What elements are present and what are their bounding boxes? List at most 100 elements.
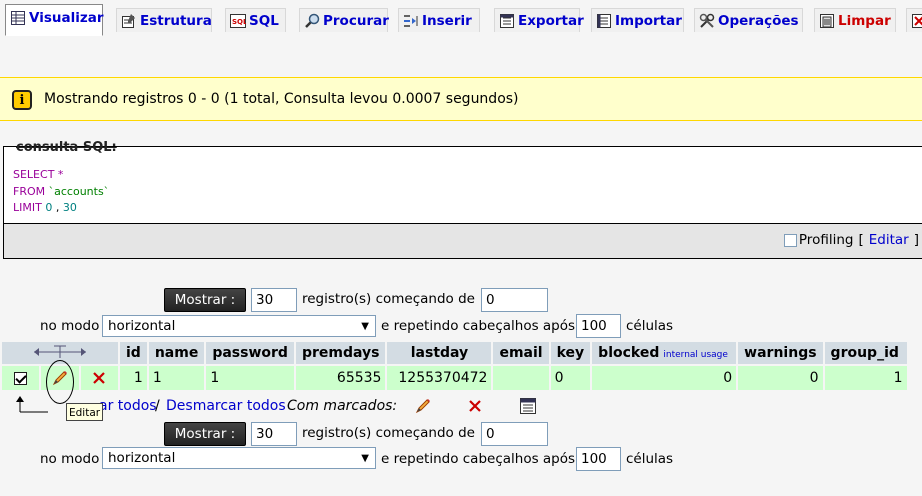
delete-icon[interactable] — [91, 370, 107, 386]
tab-importar[interactable]: Importar — [591, 8, 684, 32]
tab-label: Procurar — [323, 12, 389, 29]
column-header-group-id[interactable]: group_id — [824, 342, 907, 364]
table-view-icon — [10, 10, 26, 26]
rows-count-input-bottom[interactable]: 30 — [251, 422, 297, 446]
tab-more[interactable] — [906, 8, 922, 32]
navigation-bottom: Mostrar : 30 registro(s) começando de 0 … — [0, 422, 922, 478]
query-notice: i Mostrando registros 0 - 0 (1 total, Co… — [0, 77, 922, 121]
column-header-warnings[interactable]: warnings — [738, 342, 823, 364]
repeat-label-bottom: e repetindo cabeçalhos após — [381, 451, 576, 467]
mode-label-bottom: no modo — [40, 451, 100, 467]
internal-usage-link[interactable]: internal usage — [663, 350, 728, 360]
tab-bar: Visualizar Estrutura SQL SQL Procurar In… — [0, 0, 922, 40]
column-header-blocked-label: blocked — [598, 345, 660, 361]
search-icon — [304, 13, 320, 29]
repeat-headers-input-bottom[interactable]: 100 — [576, 447, 621, 471]
tab-label: Limpar — [838, 12, 891, 29]
info-icon: i — [12, 90, 32, 110]
row-checkbox[interactable] — [14, 371, 28, 385]
sql-code: SELECT * FROM `accounts` LIMIT 0 , 30 — [13, 167, 109, 217]
sql-options-bar: Profiling [ Editar ] — [4, 223, 922, 258]
table-row: 1 1 1 65535 1255370472 0 0 0 1 — [2, 366, 907, 390]
cell-password: 1 — [206, 366, 294, 390]
dropdown-arrow-icon: ▼ — [361, 453, 369, 464]
empty-table-icon — [819, 13, 835, 29]
column-header-id[interactable]: id — [120, 342, 147, 364]
unmark-all-link[interactable]: Desmarcar todos — [166, 398, 286, 414]
bulk-actions-bar: ar todos / Desmarcar todos Com marcados: — [0, 396, 922, 420]
repeat-headers-input[interactable]: 100 — [576, 314, 621, 338]
tab-label: Estrutura — [140, 12, 212, 29]
export-icon — [499, 13, 515, 29]
with-marked-label: Com marcados: — [287, 398, 398, 414]
svg-text:SQL: SQL — [232, 18, 246, 26]
sql-query-box: consulta SQL: SELECT * FROM `accounts` L… — [3, 140, 922, 259]
tab-label: Importar — [615, 12, 682, 29]
tab-limpar[interactable]: Limpar — [814, 8, 896, 32]
cell-name: 1 — [148, 366, 205, 390]
bulk-edit-pencil-icon[interactable] — [414, 397, 432, 415]
cell-premdays: 65535 — [295, 366, 386, 390]
sql-query-area — [4, 147, 922, 223]
rows-count-input[interactable]: 30 — [251, 288, 297, 312]
sql-keyword: LIMIT — [13, 201, 42, 214]
results-table: id name password premdays lastday email … — [0, 340, 909, 392]
start-row-input-bottom[interactable]: 0 — [481, 422, 548, 446]
profiling-label: Profiling — [798, 232, 854, 248]
tab-procurar[interactable]: Procurar — [299, 8, 389, 32]
rows-label: registro(s) começando de — [302, 291, 475, 307]
bulk-export-icon[interactable] — [519, 397, 537, 415]
sql-legend: consulta SQL: — [16, 140, 117, 155]
cells-label-bottom: células — [626, 451, 674, 467]
tab-operacoes[interactable]: Operações — [694, 8, 803, 32]
show-button[interactable]: Mostrar : — [164, 288, 246, 312]
drop-table-icon — [911, 13, 922, 29]
sql-number: 30 — [59, 201, 77, 214]
row-select-cell — [2, 366, 40, 390]
display-mode-select-bottom[interactable]: horizontal ▼ — [102, 447, 376, 469]
tab-estrutura[interactable]: Estrutura — [116, 8, 212, 32]
column-header-lastday[interactable]: lastday — [387, 342, 492, 364]
cell-warnings: 0 — [738, 366, 823, 390]
navigation-top: Mostrar : 30 registro(s) começando de 0 … — [0, 288, 922, 344]
column-header-key[interactable]: key — [550, 342, 591, 364]
cells-label: células — [626, 318, 674, 334]
tab-label: Operações — [718, 12, 799, 29]
edit-tooltip: Editar — [66, 403, 104, 421]
dropdown-arrow-icon: ▼ — [361, 321, 369, 332]
start-row-input[interactable]: 0 — [481, 288, 548, 312]
profiling-option: Profiling [ Editar ] — [783, 232, 919, 248]
tab-visualizar[interactable]: Visualizar — [5, 4, 103, 36]
tab-inserir[interactable]: Inserir — [398, 8, 480, 32]
sql-token: * — [54, 168, 64, 181]
sql-table-name: `accounts` — [45, 184, 110, 198]
display-mode-value: horizontal — [108, 450, 176, 466]
column-header-blocked[interactable]: blocked internal usage — [592, 342, 737, 364]
column-header-premdays[interactable]: premdays — [295, 342, 386, 364]
notice-text: Mostrando registros 0 - 0 (1 total, Cons… — [44, 91, 519, 107]
structure-icon — [121, 13, 137, 29]
rows-label-bottom: registro(s) começando de — [302, 425, 475, 441]
column-header-name[interactable]: name — [148, 342, 205, 364]
tab-sql[interactable]: SQL SQL — [225, 8, 286, 32]
tab-exportar[interactable]: Exportar — [494, 8, 584, 32]
cell-email — [493, 366, 549, 390]
sql-keyword: FROM — [13, 184, 46, 198]
row-delete-cell — [80, 366, 118, 390]
sql-icon: SQL — [230, 13, 246, 29]
tab-label: Exportar — [518, 12, 584, 29]
show-button-bottom[interactable]: Mostrar : — [164, 422, 246, 446]
bulk-delete-icon[interactable] — [467, 398, 483, 414]
display-mode-value: horizontal — [108, 318, 176, 334]
profiling-checkbox[interactable] — [783, 233, 797, 247]
cell-blocked: 0 — [592, 366, 737, 390]
mark-all-link[interactable]: ar todos — [99, 398, 157, 414]
edit-query-link[interactable]: Editar — [869, 232, 909, 248]
cell-id: 1 — [120, 366, 147, 390]
repeat-label: e repetindo cabeçalhos após — [381, 318, 576, 334]
display-mode-select[interactable]: horizontal ▼ — [102, 315, 376, 337]
sql-number: 0 — [41, 201, 53, 214]
import-icon — [596, 13, 612, 29]
column-header-password[interactable]: password — [206, 342, 294, 364]
column-header-email[interactable]: email — [493, 342, 549, 364]
